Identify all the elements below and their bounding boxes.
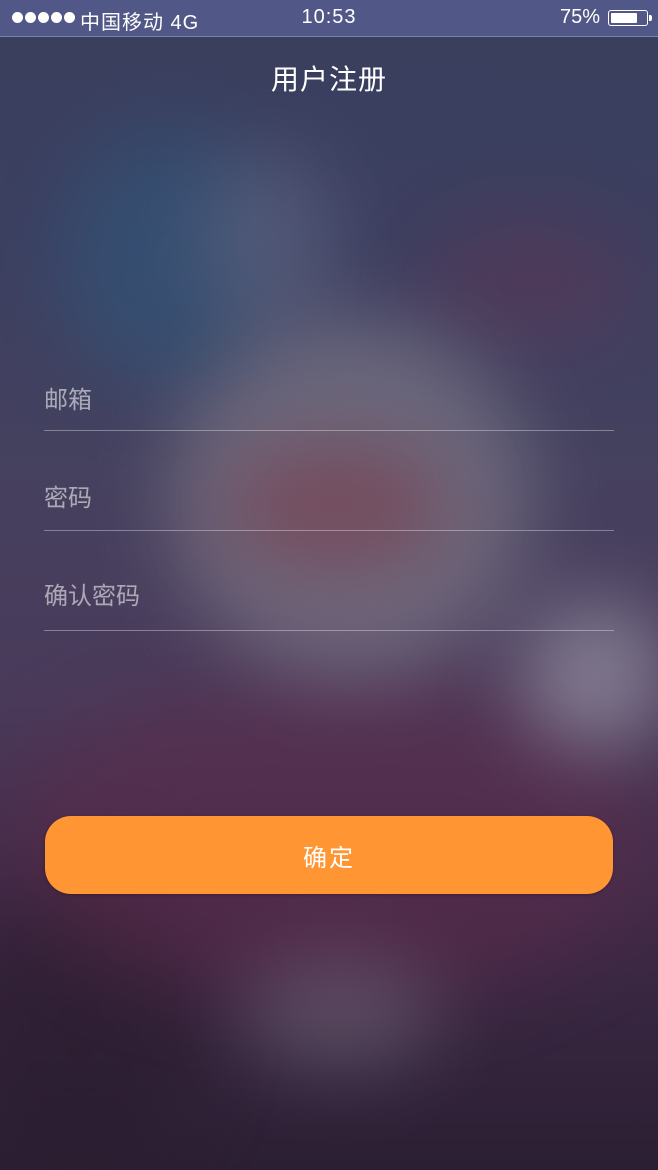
email-input[interactable] <box>44 370 614 430</box>
confirm-button[interactable]: 确定 <box>45 816 613 894</box>
password-input[interactable] <box>44 466 614 530</box>
email-field <box>44 370 614 431</box>
password-field <box>44 466 614 531</box>
page-title: 用户注册 <box>270 63 387 96</box>
battery-percent: 75% <box>559 6 600 28</box>
battery-icon <box>608 10 652 26</box>
confirm-password-field <box>44 562 614 631</box>
register-screen: 中国移动 4G 10:53 75% 用户注册 确定 <box>0 0 658 1170</box>
status-bar: 中国移动 4G 10:53 75% <box>0 0 658 37</box>
confirm-password-input[interactable] <box>44 562 614 630</box>
